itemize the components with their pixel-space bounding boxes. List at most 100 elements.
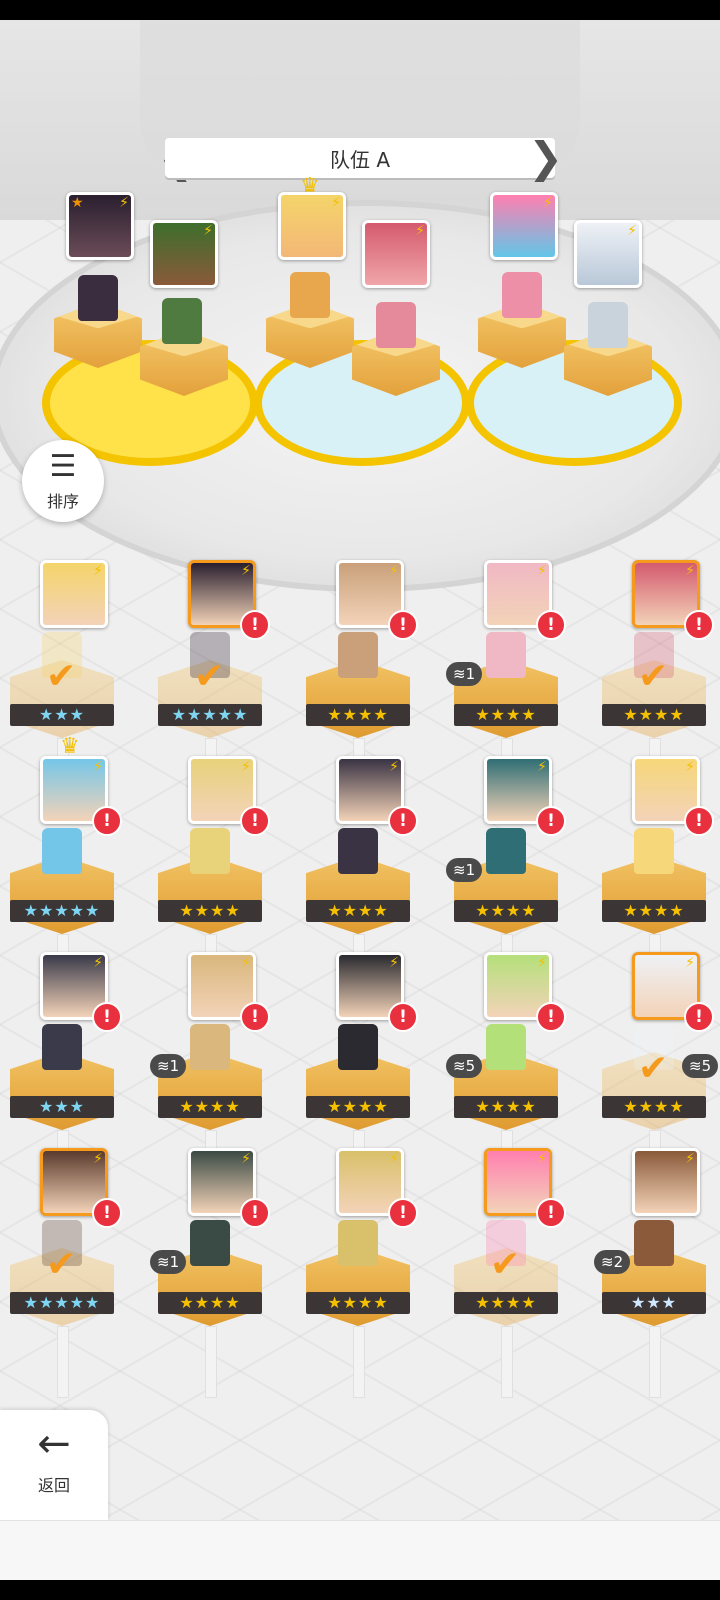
card-stack-icon: ≋ <box>689 1057 702 1075</box>
star-rating: ★★★★ <box>602 900 706 922</box>
lightning-icon: ⚡ <box>93 1151 103 1167</box>
lightning-icon: ⚡ <box>537 1151 547 1167</box>
sort-button[interactable]: ☰ 排序 <box>22 440 104 522</box>
team-portrait[interactable]: ★ ⚡ <box>66 192 134 260</box>
team-member-sprite[interactable] <box>376 302 416 348</box>
lightning-icon: ⚡ <box>93 563 103 579</box>
card-count: 1 <box>169 1253 180 1271</box>
lightning-icon: ⚡ <box>627 223 637 239</box>
star-rating: ★★★★ <box>158 900 262 922</box>
team-portrait[interactable]: ⚡ <box>574 220 642 288</box>
arrow-left-icon: ← <box>37 1421 71 1467</box>
card-count-badge: ≋1 <box>446 858 483 882</box>
card-count: 1 <box>465 665 476 683</box>
pedestal-pole <box>57 1326 69 1398</box>
card-count: 1 <box>465 861 476 879</box>
character-sprite[interactable] <box>634 828 674 874</box>
alert-icon: ! <box>92 1002 122 1032</box>
lightning-icon: ⚡ <box>685 955 695 971</box>
selected-check-icon: ✔ <box>638 656 669 697</box>
team-member-sprite[interactable] <box>502 272 542 318</box>
team-member-sprite[interactable] <box>290 272 330 318</box>
lightning-icon: ⚡ <box>241 1151 251 1167</box>
character-sprite[interactable] <box>338 828 378 874</box>
selected-check-icon: ✔ <box>490 1244 521 1285</box>
alert-icon: ! <box>388 1002 418 1032</box>
alert-icon: ! <box>388 610 418 640</box>
star-rating: ★★★★ <box>306 1096 410 1118</box>
star-rating: ★★★★ <box>158 1292 262 1314</box>
lightning-icon: ⚡ <box>389 759 399 775</box>
alert-icon: ! <box>684 806 714 836</box>
team-portrait[interactable]: ⚡ <box>150 220 218 288</box>
star-rating: ★★★★ <box>454 1292 558 1314</box>
selected-check-icon: ✔ <box>46 1244 77 1285</box>
pedestal-pole <box>353 1326 365 1398</box>
alert-icon: ! <box>240 1198 270 1228</box>
character-sprite[interactable] <box>190 828 230 874</box>
card-count: 2 <box>613 1253 624 1271</box>
pedestal-pole <box>649 1326 661 1398</box>
character-sprite[interactable] <box>486 632 526 678</box>
star-rating: ★★★★★ <box>10 900 114 922</box>
character-sprite[interactable] <box>338 1220 378 1266</box>
star-rating: ★★★ <box>10 704 114 726</box>
star-rating: ★★★★★ <box>10 1292 114 1314</box>
star-rating: ★★★★ <box>306 1292 410 1314</box>
card-stack-icon: ≋ <box>453 1057 466 1075</box>
lightning-icon: ⚡ <box>389 563 399 579</box>
back-button[interactable]: ← 返回 <box>0 1410 108 1520</box>
lightning-icon: ⚡ <box>241 955 251 971</box>
character-portrait[interactable]: ⚡ <box>40 560 108 628</box>
star-rating: ★★★★ <box>454 900 558 922</box>
lightning-icon: ⚡ <box>685 1151 695 1167</box>
lightning-icon: ⚡ <box>389 955 399 971</box>
team-portrait[interactable]: ⚡ <box>490 192 558 260</box>
character-sprite[interactable] <box>338 632 378 678</box>
back-label: 返回 <box>37 1476 70 1495</box>
character-sprite[interactable] <box>486 1024 526 1070</box>
team-portrait[interactable]: ⚡ <box>278 192 346 260</box>
card-count-badge: ≋1 <box>150 1250 187 1274</box>
alert-icon: ! <box>92 806 122 836</box>
card-stack-icon: ≋ <box>157 1057 170 1075</box>
card-count-badge: ≋2 <box>594 1250 631 1274</box>
star-rating: ★★★★ <box>158 1096 262 1118</box>
alert-icon: ! <box>388 1198 418 1228</box>
character-sprite[interactable] <box>190 1220 230 1266</box>
character-sprite[interactable] <box>338 1024 378 1070</box>
character-sprite[interactable] <box>42 1024 82 1070</box>
lightning-icon: ⚡ <box>537 955 547 971</box>
chevron-right-icon[interactable]: ❯ <box>528 133 563 183</box>
team-member-sprite[interactable] <box>162 298 202 344</box>
star-rating: ★★★ <box>602 1292 706 1314</box>
star-rating: ★★★★ <box>454 704 558 726</box>
character-sprite[interactable] <box>634 1220 674 1266</box>
lightning-icon: ⚡ <box>119 195 129 211</box>
lightning-icon: ⚡ <box>685 563 695 579</box>
pedestal-pole <box>205 1326 217 1398</box>
alert-icon: ! <box>684 1002 714 1032</box>
team-member-sprite[interactable] <box>78 275 118 321</box>
selected-check-icon: ✔ <box>46 656 77 697</box>
team-name-banner: 队伍 A <box>165 138 555 178</box>
lightning-icon: ⚡ <box>415 223 425 239</box>
navigation-bar <box>0 1580 720 1600</box>
alert-icon: ! <box>388 806 418 836</box>
lightning-icon: ⚡ <box>543 195 553 211</box>
pedestal-pole <box>501 1326 513 1398</box>
team-portrait[interactable]: ⚡ <box>362 220 430 288</box>
star-rating: ★★★★★ <box>158 704 262 726</box>
alert-icon: ! <box>684 610 714 640</box>
alert-icon: ! <box>92 1198 122 1228</box>
star-rating: ★★★★ <box>454 1096 558 1118</box>
team-member-sprite[interactable] <box>588 302 628 348</box>
character-sprite[interactable] <box>42 828 82 874</box>
lightning-icon: ⚡ <box>93 955 103 971</box>
alert-icon: ! <box>536 1198 566 1228</box>
character-sprite[interactable] <box>190 1024 230 1070</box>
card-stack-icon: ≋ <box>453 665 466 683</box>
character-portrait[interactable]: ⚡ <box>632 1148 700 1216</box>
card-count: 5 <box>701 1057 712 1075</box>
character-sprite[interactable] <box>486 828 526 874</box>
